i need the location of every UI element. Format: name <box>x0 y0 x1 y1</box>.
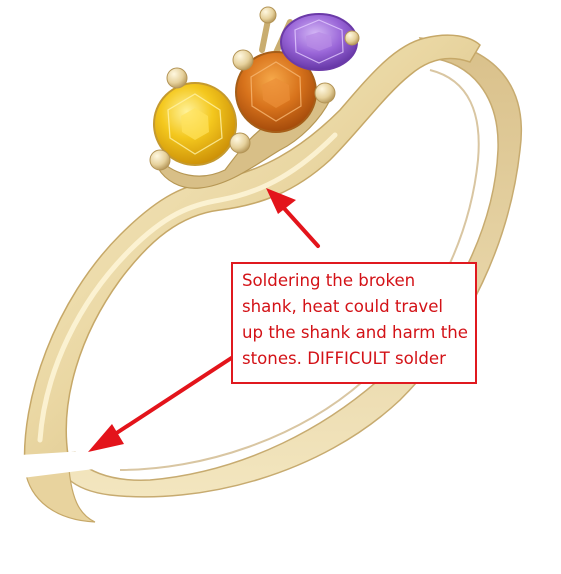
purple-stone <box>280 13 358 71</box>
arrow-to-setting <box>266 188 320 248</box>
annotation-callout: Soldering the broken shank, heat could t… <box>231 262 477 384</box>
arrow-to-break <box>88 353 238 452</box>
annotation-text: Soldering the broken shank, heat could t… <box>242 271 468 368</box>
